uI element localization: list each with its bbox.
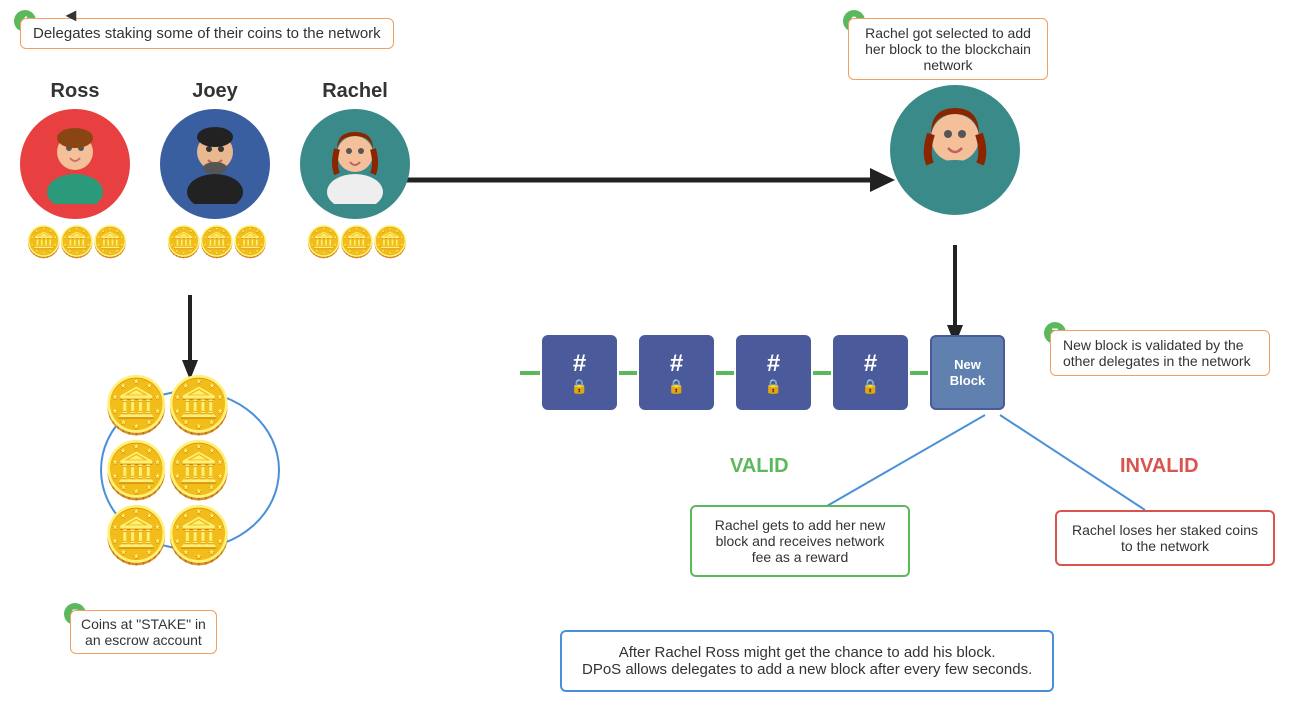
step5-label: Coins at "STAKE" in an escrow account <box>70 610 217 654</box>
joey-name: Joey <box>192 80 238 103</box>
block-4: # 🔒 <box>833 335 908 410</box>
invalid-label: INVALID <box>1120 455 1199 478</box>
blockchain-row: # 🔒 # 🔒 # 🔒 # 🔒 NewBlock <box>520 335 1007 410</box>
ross-name: Ross <box>51 80 100 103</box>
rachel-selected <box>890 85 1020 215</box>
ross-coins: 🪙🪙🪙 <box>25 225 125 260</box>
staked-coins: 🪙🪙🪙🪙🪙🪙 <box>100 390 280 550</box>
joey-avatar <box>160 109 270 219</box>
back-arrow: ◄ <box>62 5 80 26</box>
delegate-rachel-left: Rachel 🪙🪙🪙 <box>300 80 410 260</box>
rachel-selected-avatar <box>890 85 1020 215</box>
valid-outcome-box: Rachel gets to add her new block and rec… <box>690 505 910 577</box>
block-1: # 🔒 <box>542 335 617 410</box>
summary-box: After Rachel Ross might get the chance t… <box>560 630 1054 692</box>
chain-line-3 <box>813 371 831 375</box>
valid-label: VALID <box>730 455 789 478</box>
joey-coins: 🪙🪙🪙 <box>165 225 265 260</box>
chain-line-1 <box>619 371 637 375</box>
rachel-coins: 🪙🪙🪙 <box>305 225 405 260</box>
rachel-left-avatar <box>300 109 410 219</box>
delegates-row: Ross 🪙🪙🪙 Joey <box>20 80 410 260</box>
diagram: 4 Delegates staking some of their coins … <box>0 0 1299 711</box>
chain-line-4 <box>910 371 928 375</box>
block-2: # 🔒 <box>639 335 714 410</box>
step6-label: Rachel got selected to add her block to … <box>848 18 1048 80</box>
delegate-ross: Ross 🪙🪙🪙 <box>20 80 130 260</box>
block-3: # 🔒 <box>736 335 811 410</box>
delegate-joey: Joey 🪙🪙🪙 <box>160 80 270 260</box>
new-block: NewBlock <box>930 335 1005 410</box>
chain-line-2 <box>716 371 734 375</box>
step7-label: New block is validated by the other dele… <box>1050 330 1270 376</box>
rachel-left-name: Rachel <box>322 80 388 103</box>
ross-avatar <box>20 109 130 219</box>
chain-line-start <box>520 371 540 375</box>
invalid-outcome-box: Rachel loses her staked coins to the net… <box>1055 510 1275 566</box>
